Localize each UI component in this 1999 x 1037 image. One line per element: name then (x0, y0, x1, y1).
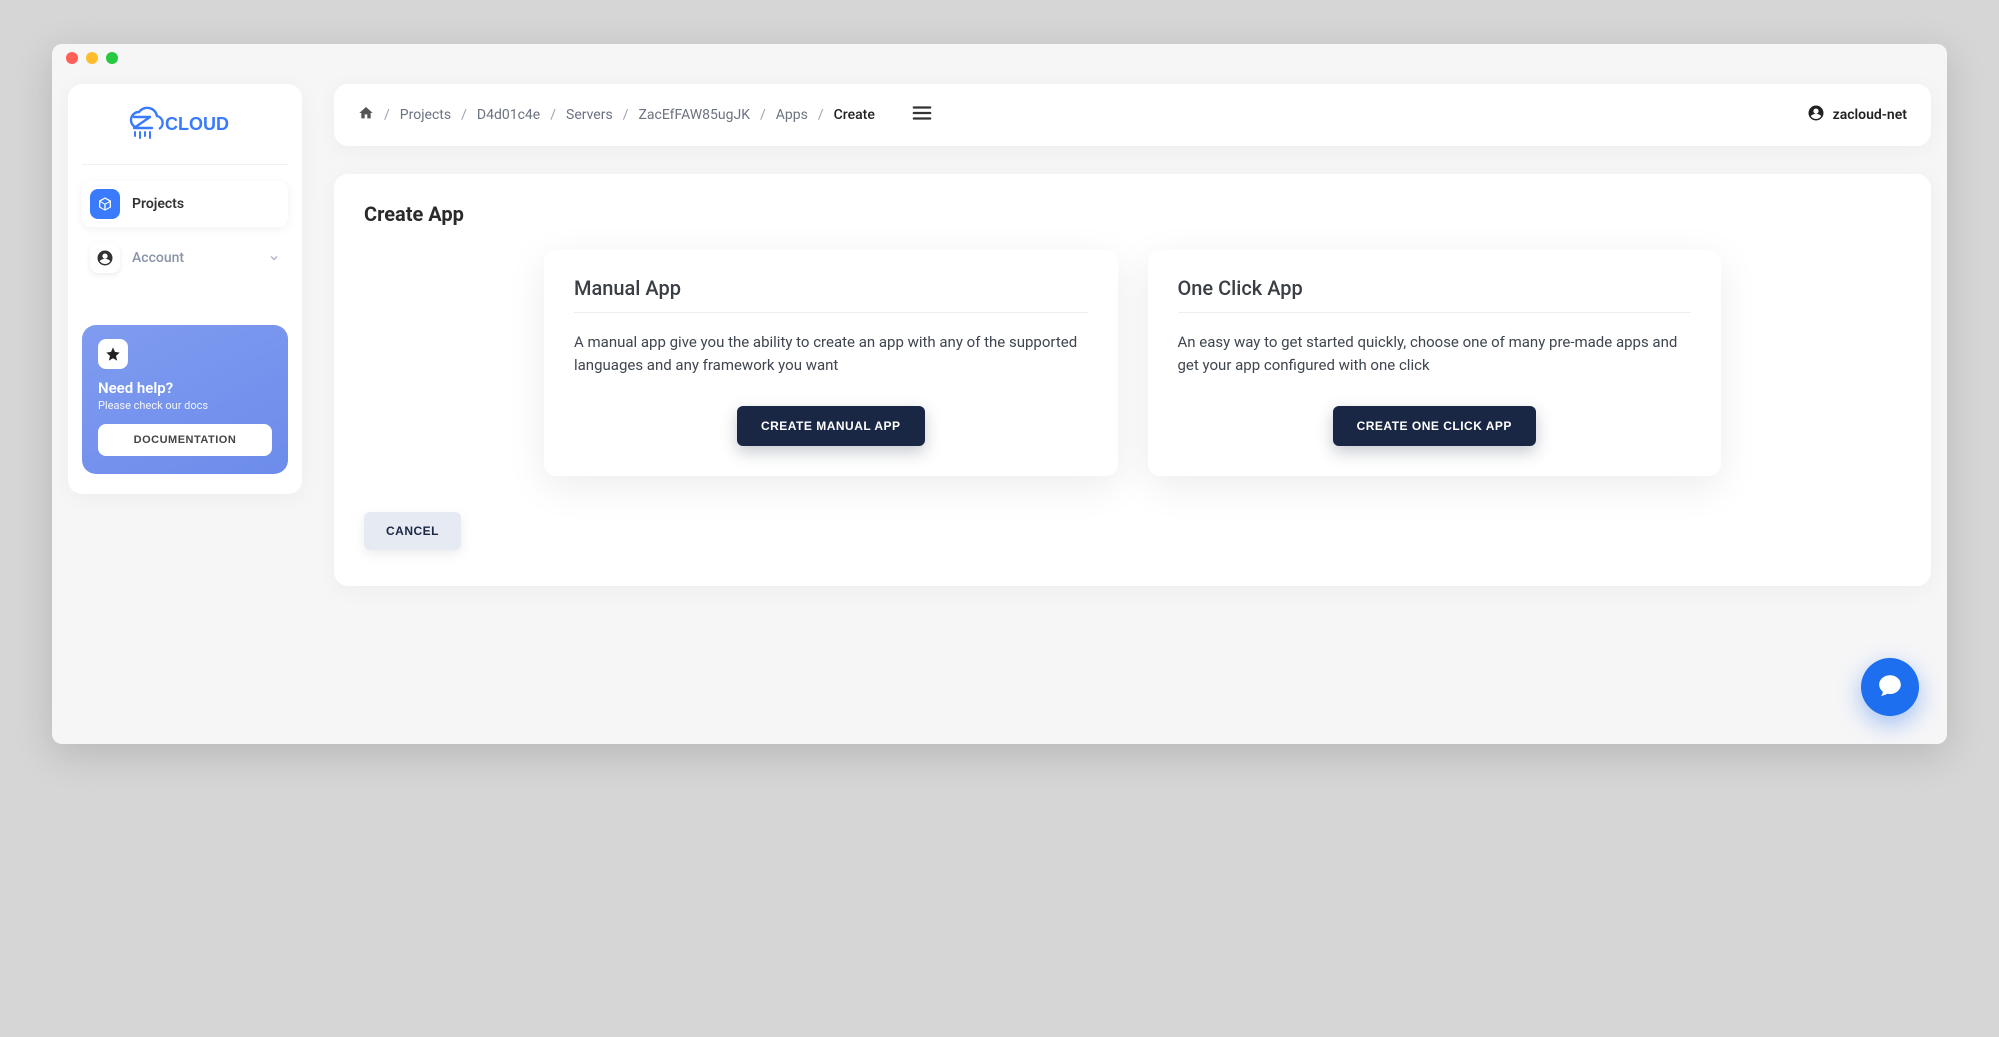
star-icon (98, 339, 128, 369)
one-click-app-title: One Click App (1178, 276, 1692, 313)
cloud-logo-icon: CLOUD (125, 106, 245, 142)
manual-app-description: A manual app give you the ability to cre… (574, 331, 1088, 378)
breadcrumb-separator: / (461, 107, 467, 123)
breadcrumb-separator: / (760, 107, 766, 123)
breadcrumb-separator: / (623, 107, 629, 123)
chat-fab[interactable] (1861, 658, 1919, 716)
window-close-icon[interactable] (66, 52, 78, 64)
main-column: / Projects / D4d01c4e / Servers / ZacEfF… (334, 84, 1931, 586)
sidebar-item-account[interactable]: Account (82, 235, 288, 281)
window-maximize-icon[interactable] (106, 52, 118, 64)
chevron-down-icon (268, 249, 280, 268)
brand-logo[interactable]: CLOUD (82, 106, 288, 165)
cancel-button[interactable]: CANCEL (364, 512, 461, 550)
help-title: Need help? (98, 379, 272, 397)
chat-bubble-icon (1877, 672, 1903, 702)
window-minimize-icon[interactable] (86, 52, 98, 64)
window-titlebar (52, 44, 1947, 72)
one-click-app-description: An easy way to get started quickly, choo… (1178, 331, 1692, 378)
sidebar: CLOUD Projects Account (68, 84, 302, 494)
create-manual-app-button[interactable]: CREATE MANUAL APP (737, 406, 925, 446)
menu-icon[interactable] (911, 102, 933, 128)
sidebar-item-label: Account (132, 250, 184, 266)
account-menu[interactable]: zacloud-net (1807, 104, 1907, 126)
help-subtitle: Please check our docs (98, 399, 272, 412)
sidebar-item-projects[interactable]: Projects (82, 181, 288, 227)
logo-text: CLOUD (165, 114, 229, 134)
breadcrumb-separator: / (550, 107, 556, 123)
breadcrumb-server-id[interactable]: ZacEfFAW85ugJK (638, 107, 750, 123)
home-icon[interactable] (358, 105, 374, 125)
cancel-row: CANCEL (364, 512, 1901, 550)
breadcrumb-servers[interactable]: Servers (566, 107, 613, 123)
app-window: CLOUD Projects Account (52, 44, 1947, 744)
app-options-row: Manual App A manual app give you the abi… (364, 250, 1901, 476)
breadcrumb-separator: / (384, 107, 390, 123)
cube-icon (90, 189, 120, 219)
sidebar-item-label: Projects (132, 196, 184, 212)
user-circle-icon (90, 243, 120, 273)
breadcrumb-project-id[interactable]: D4d01c4e (477, 107, 540, 123)
account-name: zacloud-net (1833, 107, 1907, 123)
content-card: Create App Manual App A manual app give … (334, 174, 1931, 586)
breadcrumb-apps[interactable]: Apps (776, 107, 808, 123)
manual-app-card: Manual App A manual app give you the abi… (544, 250, 1118, 476)
breadcrumb: / Projects / D4d01c4e / Servers / ZacEfF… (358, 105, 875, 125)
one-click-app-card: One Click App An easy way to get started… (1148, 250, 1722, 476)
manual-app-title: Manual App (574, 276, 1088, 313)
user-circle-icon (1807, 104, 1825, 126)
breadcrumb-projects[interactable]: Projects (400, 107, 451, 123)
breadcrumb-create: Create (834, 107, 875, 123)
page-title: Create App (364, 202, 1901, 226)
documentation-button[interactable]: DOCUMENTATION (98, 424, 272, 456)
help-card: Need help? Please check our docs DOCUMEN… (82, 325, 288, 474)
breadcrumb-separator: / (818, 107, 824, 123)
topbar: / Projects / D4d01c4e / Servers / ZacEfF… (334, 84, 1931, 146)
create-one-click-app-button[interactable]: CREATE ONE CLICK APP (1333, 406, 1536, 446)
app-body: CLOUD Projects Account (52, 72, 1947, 614)
